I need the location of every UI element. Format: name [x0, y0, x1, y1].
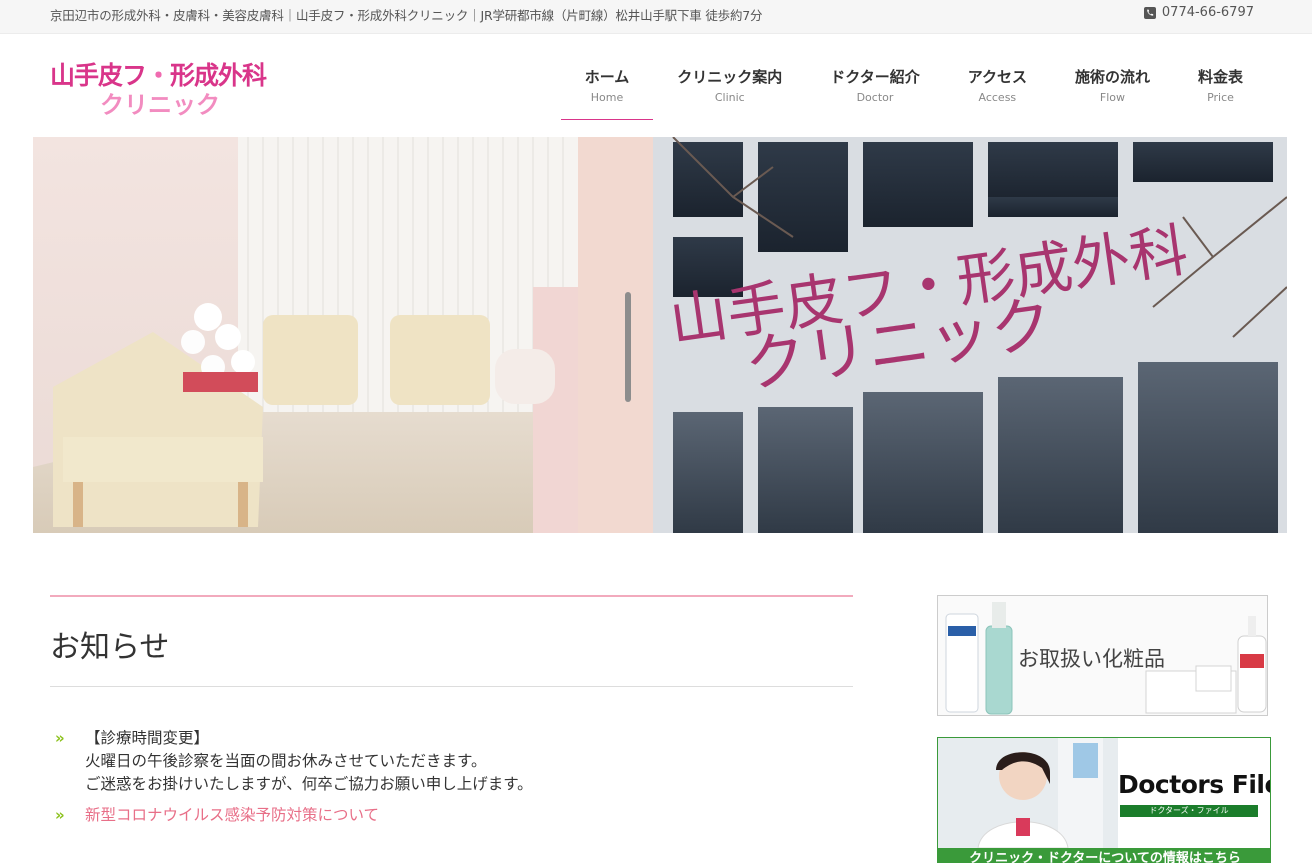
hero-illustration: 山手皮フ・形成外科 クリニック	[33, 137, 1287, 533]
nav-clinic[interactable]: クリニック案内 Clinic	[653, 60, 806, 120]
nav-doctor[interactable]: ドクター紹介 Doctor	[806, 60, 943, 120]
nav-sublabel: Flow	[1099, 91, 1126, 104]
nav-label: アクセス	[967, 68, 1027, 86]
doctors-file-banner[interactable]: Doctors File ドクターズ・ファイル クリニック・ドクターについての情…	[937, 737, 1271, 863]
cosmetics-banner-text: お取扱い化粧品	[1018, 647, 1165, 671]
site-tagline: 京田辺市の形成外科・皮膚科・美容皮膚科｜山手皮フ・形成外科クリニック｜JR学研都…	[50, 8, 763, 23]
hero-image: 山手皮フ・形成外科 クリニック	[33, 137, 1287, 533]
nav-label: ホーム	[584, 68, 630, 86]
clinic-logo[interactable]: 山手皮フ・形成外科 クリニック	[50, 56, 270, 119]
nav-label: クリニック案内	[677, 68, 783, 86]
doctor-photo	[938, 738, 1118, 848]
main-nav: ホーム Home クリニック案内 Clinic ドクター紹介 Doctor アク…	[560, 60, 1267, 120]
notice-heading: お知らせ	[50, 630, 170, 665]
news-text: ご迷惑をお掛けいたしますが、何卒ご協力お願い申し上げます。	[85, 775, 533, 793]
nav-sublabel: Home	[590, 91, 624, 104]
nav-sublabel: Access	[978, 91, 1017, 104]
nav-sublabel: Doctor	[856, 91, 894, 104]
chevron-right-icon: »	[55, 806, 65, 824]
nav-label: 施術の流れ	[1074, 68, 1150, 86]
phone-number[interactable]: 0774-66-6797	[1143, 5, 1254, 20]
covid-measures-link[interactable]: 新型コロナウイルス感染予防対策について	[85, 806, 379, 824]
nav-flow[interactable]: 施術の流れ Flow	[1051, 60, 1174, 120]
cosmetics-banner[interactable]: お取扱い化粧品	[937, 595, 1268, 716]
top-bar: 京田辺市の形成外科・皮膚科・美容皮膚科｜山手皮フ・形成外科クリニック｜JR学研都…	[0, 0, 1312, 34]
doctors-file-link-bar: クリニック・ドクターについての情報はこちら	[938, 848, 1270, 863]
notice-bottom-rule	[50, 686, 853, 687]
phone-number-text: 0774-66-6797	[1161, 5, 1254, 20]
news-item: » 新型コロナウイルス感染予防対策について	[55, 804, 845, 827]
nav-sublabel: Clinic	[714, 91, 745, 104]
nav-access[interactable]: アクセス Access	[944, 60, 1051, 120]
news-heading: 【診療時間変更】	[85, 729, 210, 747]
notice-top-rule	[50, 595, 853, 597]
doctors-file-title: Doctors File	[1118, 770, 1271, 799]
doctors-file-subtitle: ドクターズ・ファイル	[1120, 805, 1258, 817]
chevron-right-icon: »	[55, 729, 65, 747]
nav-label: 料金表	[1197, 68, 1243, 86]
phone-icon	[1143, 6, 1156, 19]
news-text: 火曜日の午後診察を当面の間お休みさせていただきます。	[85, 752, 487, 770]
nav-sublabel: Price	[1207, 91, 1234, 104]
news-list: » 【診療時間変更】 火曜日の午後診察を当面の間お休みさせていただきます。 ご迷…	[55, 727, 845, 827]
nav-label: ドクター紹介	[830, 68, 920, 86]
nav-price[interactable]: 料金表 Price	[1174, 60, 1267, 120]
logo-line2: クリニック	[100, 91, 220, 119]
nav-home[interactable]: ホーム Home	[560, 60, 654, 120]
news-item: » 【診療時間変更】 火曜日の午後診察を当面の間お休みさせていただきます。 ご迷…	[55, 727, 845, 796]
